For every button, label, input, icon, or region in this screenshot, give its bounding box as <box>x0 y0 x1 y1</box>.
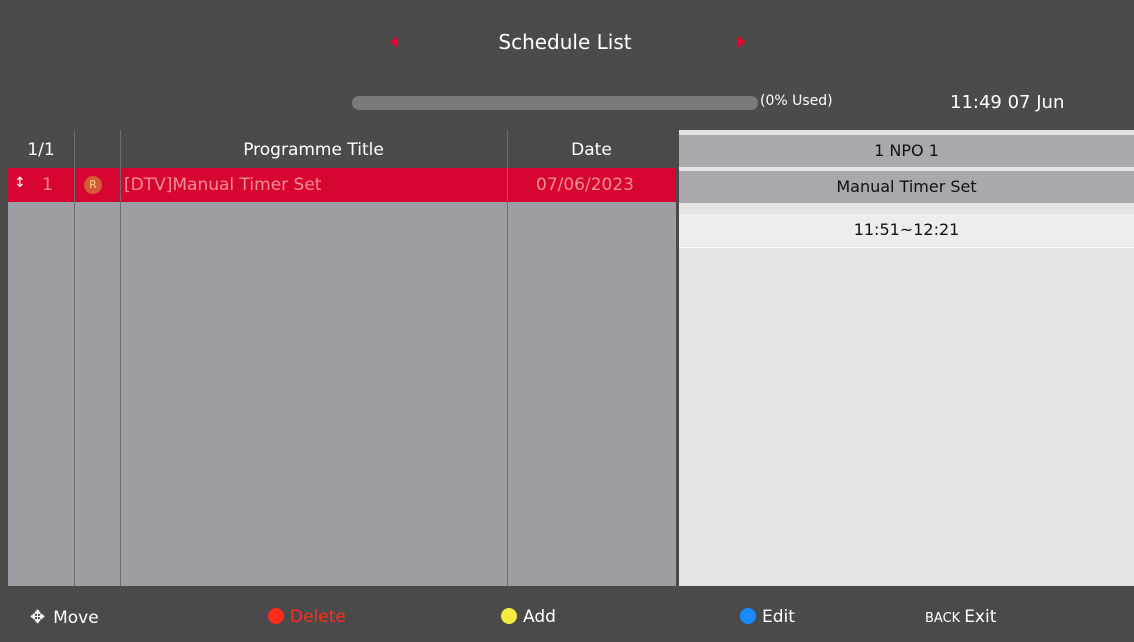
column-divider <box>120 130 121 586</box>
header: Schedule List (0% Used) 11:49 07 Jun <box>0 0 1134 130</box>
delete-button[interactable]: Delete <box>268 607 346 627</box>
clock: 11:49 07 Jun <box>950 92 1065 113</box>
column-date: Date <box>571 140 612 160</box>
column-divider <box>74 130 75 586</box>
exit-button[interactable]: BACK Exit <box>925 607 996 627</box>
add-button[interactable]: Add <box>501 607 556 627</box>
footer: ✥ Move Delete Add Edit BACK Exit <box>0 586 1134 642</box>
detail-panel: 1 NPO 1 Manual Timer Set 11:51~12:21 <box>679 130 1134 586</box>
column-divider <box>507 130 508 586</box>
row-index: 1 <box>42 175 53 195</box>
event-label: Manual Timer Set <box>679 171 1134 203</box>
table-header: 1/1 Programme Title Date <box>8 130 676 168</box>
move-arrows-icon: ✥ <box>30 607 46 628</box>
move-hint: ✥ Move <box>30 607 99 628</box>
divider <box>679 247 1134 248</box>
yellow-key-icon <box>501 608 517 624</box>
storage-usage-text: (0% Used) <box>760 93 833 109</box>
row-date: 07/06/2023 <box>536 175 634 195</box>
page-indicator: 1/1 <box>27 140 55 160</box>
blue-key-icon <box>740 608 756 624</box>
red-key-icon <box>268 608 284 624</box>
channel-label: 1 NPO 1 <box>679 135 1134 167</box>
time-label: 11:51~12:21 <box>679 214 1134 246</box>
back-key-label: BACK <box>925 611 961 626</box>
storage-usage-bar <box>352 96 758 110</box>
delete-label: Delete <box>290 607 346 627</box>
prev-page-arrow-icon[interactable] <box>390 36 398 48</box>
row-title: [DTV]Manual Timer Set <box>124 175 322 195</box>
move-label: Move <box>53 608 99 628</box>
page-title: Schedule List <box>498 30 632 54</box>
column-programme-title: Programme Title <box>243 140 384 160</box>
record-badge-icon: R <box>84 176 102 194</box>
edit-button[interactable]: Edit <box>740 607 795 627</box>
add-label: Add <box>523 607 556 627</box>
exit-label: Exit <box>964 607 997 627</box>
schedule-table: 1/1 Programme Title Date ↕ 1 R [DTV]Manu… <box>8 130 676 586</box>
updown-arrow-icon: ↕ <box>14 175 26 191</box>
next-page-arrow-icon[interactable] <box>738 36 746 48</box>
edit-label: Edit <box>762 607 795 627</box>
table-row[interactable]: ↕ 1 R [DTV]Manual Timer Set 07/06/2023 <box>8 168 676 202</box>
